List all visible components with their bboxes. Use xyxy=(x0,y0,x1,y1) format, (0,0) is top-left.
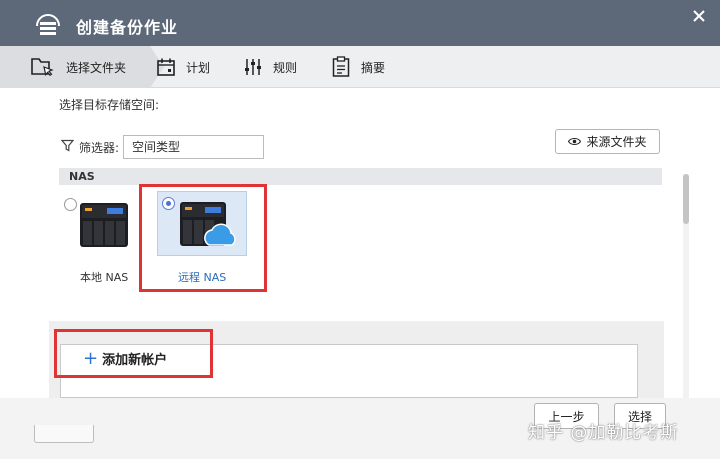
watermark: 知乎 @加勒比考斯 xyxy=(528,423,679,443)
highlight-frame-remote-nas xyxy=(139,184,267,292)
section-title: 选择目标存储空间: xyxy=(59,98,160,112)
wizard-steps: 选择文件夹 计划 规则 摘要 xyxy=(0,46,720,88)
filter-input[interactable]: 空间类型 xyxy=(123,135,264,159)
dialog-title: 创建备份作业 xyxy=(76,18,179,37)
sliders-icon xyxy=(245,59,261,75)
title-bar: 创建备份作业 xyxy=(0,0,720,46)
source-folder-label: 来源文件夹 xyxy=(586,135,647,149)
scrollbar-thumb[interactable] xyxy=(683,174,689,224)
local-nas-label: 本地 NAS xyxy=(80,271,129,284)
filter-label: 筛选器: xyxy=(79,141,120,155)
step-label: 计划 xyxy=(186,60,211,75)
highlight-frame-add-account xyxy=(54,329,213,378)
step-summary[interactable]: 摘要 xyxy=(331,46,385,88)
step-rules[interactable]: 规则 xyxy=(243,46,297,88)
clipboard-icon xyxy=(332,56,350,77)
close-icon[interactable] xyxy=(692,9,706,23)
step-label: 摘要 xyxy=(361,60,386,75)
nas-group-header: NAS xyxy=(59,168,662,185)
eye-icon xyxy=(568,137,582,146)
step-label: 选择文件夹 xyxy=(66,60,127,75)
source-folder-button[interactable]: 来源文件夹 xyxy=(555,129,660,154)
step-schedule[interactable]: 计划 xyxy=(156,46,210,88)
folder-select-icon xyxy=(31,58,54,77)
local-nas-radio[interactable] xyxy=(64,198,77,211)
step-select-folder[interactable]: 选择文件夹 xyxy=(30,46,126,88)
backup-app-icon xyxy=(36,14,60,35)
filter-icon xyxy=(61,139,74,152)
calendar-icon xyxy=(157,58,175,76)
footer-left-button[interactable] xyxy=(34,425,94,443)
step-label: 规则 xyxy=(273,60,298,75)
local-nas-icon[interactable] xyxy=(79,202,129,248)
